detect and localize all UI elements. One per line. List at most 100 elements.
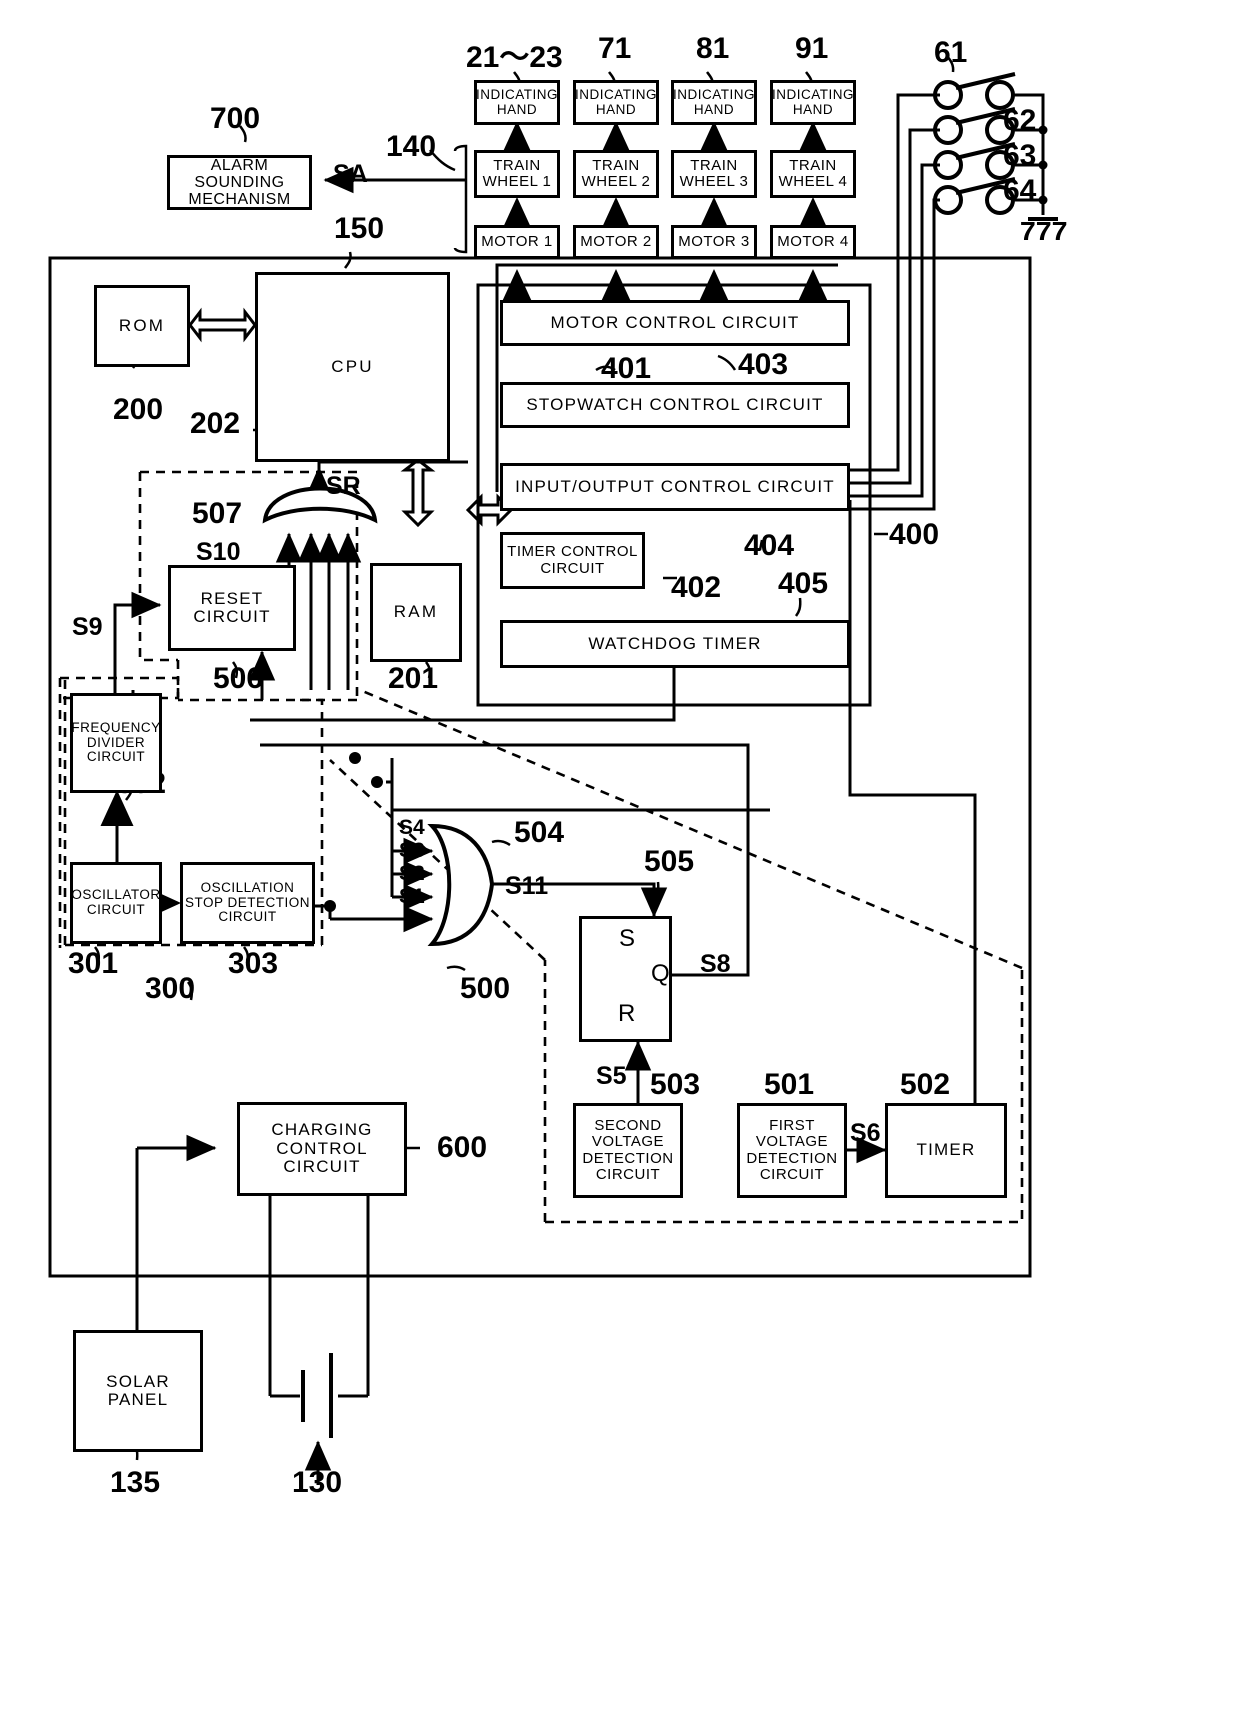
ref-202: 202 xyxy=(190,407,241,440)
alarm-sounding-mechanism-label: ALARM SOUNDING MECHANISM xyxy=(188,156,291,209)
solar-panel-block: SOLAR PANEL xyxy=(73,1330,203,1452)
ref-504: 504 xyxy=(514,816,565,849)
signal-s4: S4 xyxy=(399,816,425,839)
frequency-divider-circuit-block: FREQUENCY DIVIDER CIRCUIT xyxy=(70,693,162,793)
sr-ff-q-label: Q xyxy=(651,960,670,987)
ref-130: 130 xyxy=(292,1466,343,1499)
timer-control-circuit-block: TIMER CONTROL CIRCUIT xyxy=(500,532,645,589)
oscillation-stop-detection-circuit-block: OSCILLATION STOP DETECTION CIRCUIT xyxy=(180,862,315,944)
ref-700: 700 xyxy=(210,102,261,135)
or-gate-504-shape xyxy=(427,823,495,947)
reset-circuit-label: RESET CIRCUIT xyxy=(193,588,271,626)
stopwatch-control-circuit-label: STOPWATCH CONTROL CIRCUIT xyxy=(526,394,824,414)
train-wheel-3: TRAIN WHEEL 3 xyxy=(671,150,757,198)
ref-200: 200 xyxy=(113,393,164,426)
signal-s11: S11 xyxy=(505,872,549,900)
motor-2: MOTOR 2 xyxy=(573,225,659,259)
ref-63: 63 xyxy=(1003,139,1037,172)
ref-506: 506 xyxy=(213,662,264,695)
stopwatch-control-circuit-block: STOPWATCH CONTROL CIRCUIT xyxy=(500,382,850,428)
motor-4-label: MOTOR 4 xyxy=(777,232,849,250)
signal-s8: S8 xyxy=(700,950,731,978)
alarm-sounding-mechanism: ALARM SOUNDING MECHANISM xyxy=(167,155,312,210)
ref-403: 403 xyxy=(738,348,789,381)
ref-62: 62 xyxy=(1003,104,1037,137)
train-wheel-1-label: TRAIN WHEEL 1 xyxy=(482,156,552,190)
indicating-hand-3: INDICATING HAND xyxy=(671,80,757,125)
motor-control-circuit-label: MOTOR CONTROL CIRCUIT xyxy=(550,312,800,332)
train-wheel-2: TRAIN WHEEL 2 xyxy=(573,150,659,198)
rom-label: ROM xyxy=(118,315,166,335)
signal-s3: S3 xyxy=(399,839,425,862)
ref-502: 502 xyxy=(900,1068,951,1101)
indicating-hand-1-label: INDICATING HAND xyxy=(476,86,558,117)
ram-block: RAM xyxy=(370,563,462,662)
input-output-control-circuit-label: INPUT/OUTPUT CONTROL CIRCUIT xyxy=(515,476,835,496)
oscillator-circuit-label: OSCILLATOR CIRCUIT xyxy=(71,887,161,917)
ram-label: RAM xyxy=(393,602,439,622)
ground-symbol: 777 xyxy=(1019,216,1068,246)
reset-circuit-block: RESET CIRCUIT xyxy=(168,565,296,651)
indicating-hand-2-label: INDICATING HAND xyxy=(575,86,657,117)
motor-1-label: MOTOR 1 xyxy=(481,232,553,250)
signal-s6: S6 xyxy=(850,1119,881,1147)
indicating-hand-4: INDICATING HAND xyxy=(770,80,856,125)
sr-ff-r-label: R xyxy=(618,1000,636,1027)
indicating-hand-4-label: INDICATING HAND xyxy=(772,86,854,117)
ref-300: 300 xyxy=(145,972,196,1005)
input-output-control-circuit-block: INPUT/OUTPUT CONTROL CIRCUIT xyxy=(500,463,850,511)
signal-s1: S1 xyxy=(399,885,425,908)
first-voltage-detection-circuit-label: FIRST VOLTAGE DETECTION CIRCUIT xyxy=(746,1117,838,1183)
oscillation-stop-detection-circuit-label: OSCILLATION STOP DETECTION CIRCUIT xyxy=(184,880,311,925)
indicating-hand-1: INDICATING HAND xyxy=(474,80,560,125)
ref-600: 600 xyxy=(437,1131,488,1164)
frequency-divider-circuit-label: FREQUENCY DIVIDER CIRCUIT xyxy=(71,720,161,765)
ref-501: 501 xyxy=(764,1068,815,1101)
signal-s5: S5 xyxy=(596,1062,627,1090)
patent-figure: 21～23 71 81 91 61 62 63 64 777 700 140 1… xyxy=(0,0,1240,1734)
indicating-hand-3-label: INDICATING HAND xyxy=(673,86,755,117)
motor-4: MOTOR 4 xyxy=(770,225,856,259)
cpu-label: CPU xyxy=(331,356,374,376)
ref-303: 303 xyxy=(228,947,279,980)
ref-135: 135 xyxy=(110,1466,161,1499)
ref-140: 140 xyxy=(386,130,437,163)
signal-s10: S10 xyxy=(196,538,241,566)
timer-label: TIMER xyxy=(916,1140,976,1160)
ref-64: 64 xyxy=(1003,174,1037,207)
ref-71: 71 xyxy=(598,32,632,65)
ref-201: 201 xyxy=(388,662,439,695)
ref-150: 150 xyxy=(334,212,385,245)
motor-2-label: MOTOR 2 xyxy=(580,232,652,250)
rom-block: ROM xyxy=(94,285,190,367)
ref-402: 402 xyxy=(671,571,722,604)
train-wheel-2-label: TRAIN WHEEL 2 xyxy=(581,156,651,190)
charging-control-circuit-label: CHARGING CONTROL CIRCUIT xyxy=(271,1120,373,1177)
oscillator-circuit-block: OSCILLATOR CIRCUIT xyxy=(70,862,162,944)
indicating-hand-2: INDICATING HAND xyxy=(573,80,659,125)
signal-sr: SR xyxy=(326,472,361,500)
motor-3: MOTOR 3 xyxy=(671,225,757,259)
timer-block: TIMER xyxy=(885,1103,1007,1198)
sr-ff-s-label: S xyxy=(619,925,636,952)
train-wheel-3-label: TRAIN WHEEL 3 xyxy=(679,156,749,190)
ref-507: 507 xyxy=(192,497,243,530)
train-wheel-4: TRAIN WHEEL 4 xyxy=(770,150,856,198)
motor-control-circuit-block: MOTOR CONTROL CIRCUIT xyxy=(500,300,850,346)
charging-control-circuit-block: CHARGING CONTROL CIRCUIT xyxy=(237,1102,407,1196)
ref-500: 500 xyxy=(460,972,511,1005)
train-wheel-4-label: TRAIN WHEEL 4 xyxy=(778,156,848,190)
ref-404: 404 xyxy=(744,529,795,562)
ref-61: 61 xyxy=(934,36,968,69)
signal-s2: S2 xyxy=(399,862,425,885)
signal-s9: S9 xyxy=(72,613,103,641)
cpu-block: CPU xyxy=(255,272,450,462)
motor-3-label: MOTOR 3 xyxy=(678,232,750,250)
ref-400: 400 xyxy=(889,518,940,551)
timer-control-circuit-label: TIMER CONTROL CIRCUIT xyxy=(507,543,638,577)
motor-1: MOTOR 1 xyxy=(474,225,560,259)
signal-sa: SA xyxy=(333,160,368,188)
ref-503: 503 xyxy=(650,1068,701,1101)
ref-91: 91 xyxy=(795,32,829,65)
solar-panel-label: SOLAR PANEL xyxy=(106,1371,170,1409)
